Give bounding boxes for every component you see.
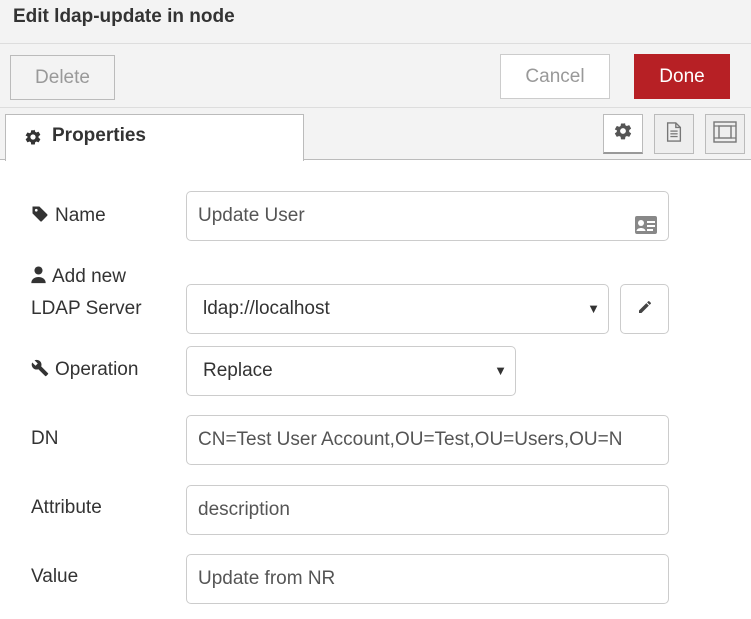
chevron-down-icon: ▼ xyxy=(494,363,507,378)
value-label: Value xyxy=(31,566,79,587)
attribute-label: Attribute xyxy=(31,497,102,518)
name-row: Name Update User xyxy=(0,191,751,243)
done-button[interactable]: Done xyxy=(634,54,730,99)
appearance-tab-button[interactable] xyxy=(705,114,745,154)
file-text-icon xyxy=(665,121,683,147)
settings-tab-button[interactable] xyxy=(603,114,643,154)
ldap-server-value: ldap://localhost xyxy=(203,298,330,319)
dialog-toolbar: Delete Cancel Done xyxy=(0,44,751,108)
dn-label: DN xyxy=(31,428,59,449)
delete-button[interactable]: Delete xyxy=(10,55,115,100)
dn-row: DN CN=Test User Account,OU=Test,OU=Users… xyxy=(0,415,751,467)
pencil-icon xyxy=(637,299,653,320)
operation-row: Operation Replace ▼ xyxy=(0,346,751,398)
operation-value: Replace xyxy=(203,360,273,381)
attribute-input-value: description xyxy=(198,499,290,520)
edit-node-dialog: Edit ldap-update in node Delete Cancel D… xyxy=(0,0,751,619)
server-label: Add new LDAP Server xyxy=(31,262,142,324)
dialog-header: Edit ldap-update in node xyxy=(0,0,751,44)
dn-input-value: CN=Test User Account,OU=Test,OU=Users,OU… xyxy=(198,429,623,450)
operation-label: Operation xyxy=(31,355,138,387)
gear-icon xyxy=(613,121,633,146)
tab-properties-label: Properties xyxy=(52,125,146,146)
server-label-line1: Add new xyxy=(52,266,126,287)
dialog-title: Edit ldap-update in node xyxy=(13,6,235,27)
edit-server-button[interactable] xyxy=(620,284,669,334)
name-label: Name xyxy=(31,201,106,233)
name-input-value: Update User xyxy=(198,205,305,226)
attribute-row: Attribute description xyxy=(0,485,751,537)
cancel-button[interactable]: Cancel xyxy=(500,54,610,99)
dn-input[interactable]: CN=Test User Account,OU=Test,OU=Users,OU… xyxy=(186,415,669,465)
name-input[interactable]: Update User xyxy=(186,191,669,241)
id-card-icon xyxy=(634,206,658,240)
frame-icon xyxy=(713,120,737,148)
tag-icon xyxy=(31,203,49,233)
name-label-text: Name xyxy=(55,205,106,226)
description-tab-button[interactable] xyxy=(654,114,694,154)
chevron-down-icon: ▼ xyxy=(587,301,600,316)
operation-label-text: Operation xyxy=(55,359,139,380)
ldap-server-select[interactable]: ldap://localhost ▼ xyxy=(186,284,609,334)
tabs-bar: Properties xyxy=(0,108,751,161)
value-input-value: Update from NR xyxy=(198,568,336,589)
wrench-icon xyxy=(31,357,49,387)
value-input[interactable]: Update from NR xyxy=(186,554,669,604)
tab-properties[interactable]: Properties xyxy=(5,114,304,161)
operation-select[interactable]: Replace ▼ xyxy=(186,346,516,396)
attribute-input[interactable]: description xyxy=(186,485,669,535)
value-row: Value Update from NR xyxy=(0,554,751,606)
gear-icon xyxy=(24,128,42,146)
server-label-line2: LDAP Server xyxy=(31,298,142,319)
user-icon xyxy=(31,264,46,294)
server-row: Add new LDAP Server ldap://localhost ▼ xyxy=(0,262,751,342)
